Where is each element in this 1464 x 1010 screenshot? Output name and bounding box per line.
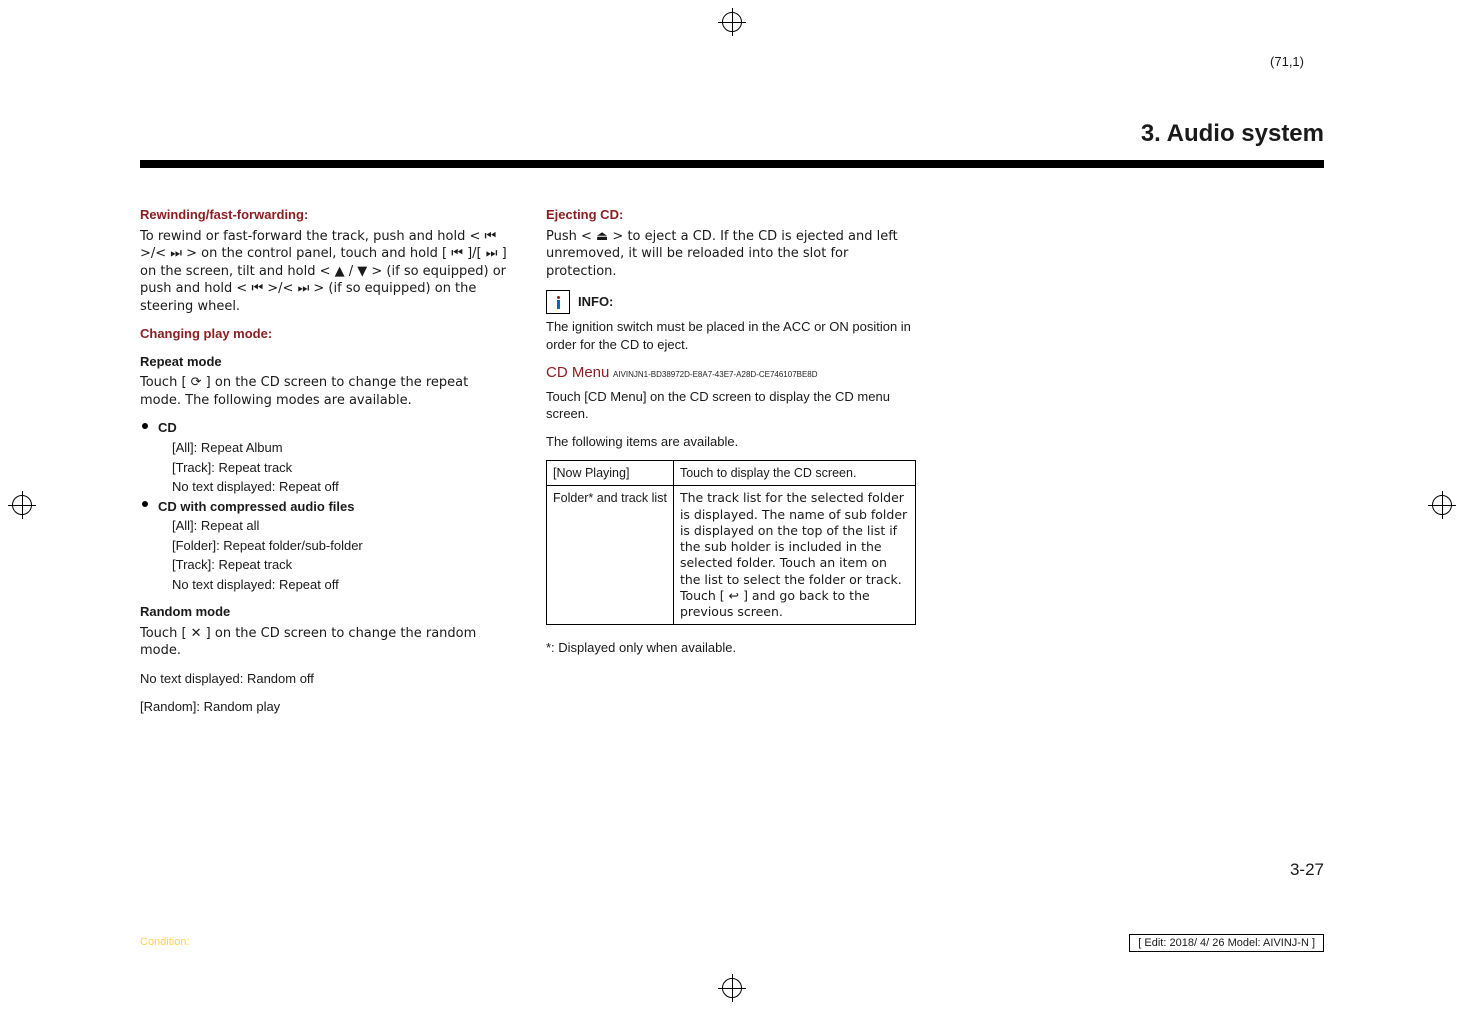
table-cell-value: Touch to display the CD screen. [673,461,915,486]
info-label: INFO: [578,293,613,311]
paragraph-repeat-mode: Touch [ ⟳ ] on the CD screen to change t… [140,374,510,409]
cd-menu-table: [Now Playing] Touch to display the CD sc… [546,460,916,625]
paragraph-cdmenu-2: The following items are available. [546,433,916,451]
table-cell-value: The track list for the selected folder i… [673,486,915,625]
table-row: [Now Playing] Touch to display the CD sc… [547,461,916,486]
heading-repeat-mode: Repeat mode [140,353,510,371]
footer-edit-info: [ Edit: 2018/ 4/ 26 Model: AIVINJ-N ] [1129,934,1324,952]
paragraph-cdmenu-1: Touch [CD Menu] on the CD screen to disp… [546,388,916,423]
body-columns: Rewinding/fast-forwarding: To rewind or … [140,196,1324,725]
guid-text: AIVINJN1-BD38972D-E8A7-43E7-A28D-CE74610… [613,370,818,379]
heading-ejecting: Ejecting CD: [546,206,916,224]
registration-mark-top [718,8,746,36]
column-2: Ejecting CD: Push < ⏏ > to eject a CD. I… [546,196,916,725]
list-item-comp-track: [Track]: Repeat track [140,556,510,574]
list-item-cd-none: No text displayed: Repeat off [140,478,510,496]
info-icon [546,290,570,314]
heading-rewinding: Rewinding/fast-forwarding: [140,206,510,224]
list-item-compressed: CD with compressed audio files [158,499,355,514]
registration-mark-left [8,491,36,519]
paragraph-random-1: Touch [ ✕ ] on the CD screen to change t… [140,625,510,660]
list-item-comp-none: No text displayed: Repeat off [140,576,510,594]
column-3 [952,196,1322,725]
heading-cd-menu: CD Menu [546,364,609,381]
sheet-reference: (71,1) [1270,54,1304,69]
list-item-comp-folder: [Folder]: Repeat folder/sub-folder [140,537,510,555]
list-item-cd-all: [All]: Repeat Album [140,439,510,457]
table-row: Folder* and track list The track list fo… [547,486,916,625]
paragraph-rewinding: To rewind or fast-forward the track, pus… [140,228,510,316]
paragraph-ejecting: Push < ⏏ > to eject a CD. If the CD is e… [546,228,916,281]
chapter-title: 3. Audio system [1141,120,1324,148]
footer-condition: Condition: [140,936,190,948]
page-number: 3-27 [1290,860,1324,880]
heading-random-mode: Random mode [140,603,510,621]
list-item-cd: CD [158,420,177,435]
list-item-comp-all: [All]: Repeat all [140,517,510,535]
column-1: Rewinding/fast-forwarding: To rewind or … [140,196,510,725]
paragraph-random-2: No text displayed: Random off [140,670,510,688]
paragraph-random-3: [Random]: Random play [140,698,510,716]
info-callout: INFO: [546,290,916,314]
header-rule [140,160,1324,168]
paragraph-info: The ignition switch must be placed in th… [546,318,916,353]
heading-changing-mode: Changing play mode: [140,325,510,343]
list-item-cd-track: [Track]: Repeat track [140,459,510,477]
chapter-header: 3. Audio system [140,120,1324,148]
footnote: *: Displayed only when available. [546,639,916,657]
registration-mark-right [1428,491,1456,519]
table-cell-key: [Now Playing] [547,461,674,486]
repeat-mode-list: CD [All]: Repeat Album [Track]: Repeat t… [140,419,510,593]
table-cell-key: Folder* and track list [547,486,674,625]
registration-mark-bottom [718,974,746,1002]
